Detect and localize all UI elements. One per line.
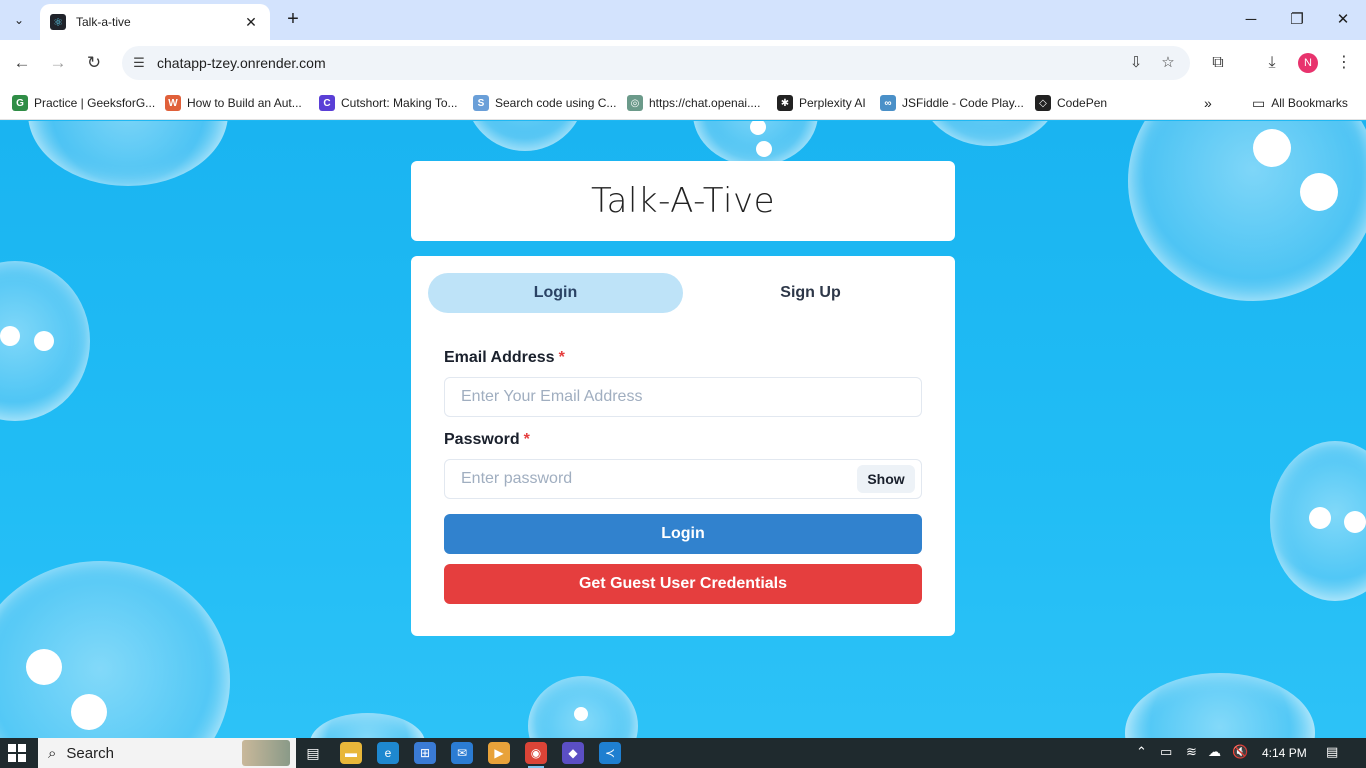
tab-sign-up[interactable]: Sign Up [683,273,938,313]
bubble-dot [574,707,588,721]
auth-card: Login Sign Up Email Address * Enter Your … [411,256,955,636]
bubble-dot [1309,507,1331,529]
address-bar[interactable]: ☰ chatapp-tzey.onrender.com ⇩ ☆ [122,46,1190,80]
openai-icon: ◎ [627,95,643,111]
minimize-icon[interactable]: ─ [1236,8,1266,32]
tab-search-icon[interactable]: ⌄ [6,8,32,32]
bubble-decoration [28,121,228,186]
bubble-dot [0,326,20,346]
bookmark-search-code[interactable]: S Search code using C... [473,94,616,112]
jsfiddle-icon: ∞ [880,95,896,111]
task-view-icon[interactable]: ▤ [302,742,324,764]
window-close-icon[interactable]: ✕ [1328,8,1358,32]
onedrive-icon[interactable]: ☁ [1208,744,1221,760]
bookmark-how-to-build[interactable]: W How to Build an Aut... [165,94,302,112]
profile-avatar[interactable]: N [1298,53,1318,73]
back-icon[interactable]: ← [10,51,34,75]
email-label: Email Address * [444,349,565,366]
file-explorer-icon[interactable]: ▬ [340,742,362,764]
bubble-decoration [310,713,425,738]
search-highlight-image [242,740,290,766]
cutshort-icon: C [319,95,335,111]
media-player-icon[interactable]: ▶ [488,742,510,764]
url-text[interactable]: chatapp-tzey.onrender.com [157,55,326,71]
login-button[interactable]: Login [444,514,922,554]
email-field[interactable]: Enter Your Email Address [444,377,922,417]
bubble-decoration [1128,121,1366,301]
bookmark-star-icon[interactable]: ☆ [1158,53,1178,73]
tab-login[interactable]: Login [428,273,683,313]
menu-icon[interactable]: ⋮ [1332,51,1356,75]
mail-icon[interactable]: ✉ [451,742,473,764]
tab-title: Talk-a-tive [76,15,131,29]
page-background: Talk-A-Tive Login Sign Up Email Address *… [0,121,1366,738]
password-placeholder: Enter password [461,470,573,487]
bookmarks-bar: G Practice | GeeksforG... W How to Build a… [0,86,1366,120]
bookmark-chat-openai[interactable]: ◎ https://chat.openai.... [627,94,760,112]
password-field[interactable]: Enter password Show [444,459,922,499]
bubble-decoration [0,561,230,738]
new-tab-button[interactable]: + [282,8,304,32]
bubble-dot [756,141,772,157]
battery-icon[interactable]: ▭ [1160,744,1172,760]
bookmark-site-icon: W [165,95,181,111]
bookmark-perplexity[interactable]: ✱ Perplexity AI [777,94,866,112]
install-app-icon[interactable]: ⇩ [1126,53,1146,73]
downloads-icon[interactable]: ⤓ [1260,51,1284,75]
required-marker: * [523,431,530,448]
password-label: Password * [444,431,530,448]
geeksforgeeks-icon: G [12,95,28,111]
bookmark-cutshort[interactable]: C Cutshort: Making To... [319,94,458,112]
guest-credentials-button[interactable]: Get Guest User Credentials [444,564,922,604]
notifications-icon[interactable]: ▤ [1326,744,1338,760]
wifi-icon[interactable]: ≋ [1186,744,1197,760]
tab-close-icon[interactable]: ✕ [242,14,260,31]
search-icon: ⌕ [48,744,57,762]
browser-tab-strip: ⌄ ⚛ Talk-a-tive ✕ + ─ ❐ ✕ [0,0,1366,40]
bookmark-jsfiddle[interactable]: ∞ JSFiddle - Code Play... [880,94,1024,112]
bubble-decoration [465,121,585,151]
required-marker: * [558,349,565,366]
bookmark-codepen[interactable]: ◇ CodePen [1035,94,1107,112]
forward-icon[interactable]: → [46,51,70,75]
bubble-dot [26,649,62,685]
all-bookmarks[interactable]: ▭ All Bookmarks [1252,94,1348,112]
bubble-dot [71,694,107,730]
browser-toolbar: ← → ↻ ☰ chatapp-tzey.onrender.com ⇩ ☆ ⧉ … [0,40,1366,86]
site-settings-icon[interactable]: ☰ [130,54,148,72]
email-placeholder: Enter Your Email Address [461,388,643,405]
restore-icon[interactable]: ❐ [1282,8,1312,32]
app-header-card: Talk-A-Tive [411,161,955,241]
edge-icon[interactable]: e [377,742,399,764]
bubble-decoration [920,121,1060,146]
more-bookmarks-icon[interactable]: » [1204,94,1212,112]
auth-tabs: Login Sign Up [428,273,938,313]
bubble-decoration [1125,673,1315,738]
taskbar-clock[interactable]: 4:14 PM [1262,746,1307,760]
app-icon[interactable]: ◆ [562,742,584,764]
taskbar: ⌕ Search ▤ ▬ e ⊞ ✉ ▶ ◉ ◆ ≺ ⌃ ▭ ≋ ☁ 🔇 4:1… [0,738,1366,768]
reload-icon[interactable]: ↻ [82,51,106,75]
bubble-dot [1344,511,1366,533]
store-icon[interactable]: ⊞ [414,742,436,764]
volume-muted-icon[interactable]: 🔇 [1232,744,1248,760]
extensions-icon[interactable]: ⧉ [1206,51,1230,75]
bookmark-geeksforgeeks[interactable]: G Practice | GeeksforG... [12,94,155,112]
bubble-dot [1300,173,1338,211]
windows-start-icon[interactable] [8,744,26,762]
show-password-button[interactable]: Show [857,465,915,493]
bubble-dot [34,331,54,351]
vscode-icon[interactable]: ≺ [599,742,621,764]
react-favicon-icon: ⚛ [50,14,66,30]
folder-icon: ▭ [1252,94,1266,111]
app-title: Talk-A-Tive [591,181,775,221]
perplexity-icon: ✱ [777,95,793,111]
codepen-icon: ◇ [1035,95,1051,111]
taskbar-search[interactable]: ⌕ Search [38,738,296,768]
browser-tab[interactable]: ⚛ Talk-a-tive ✕ [40,4,270,40]
tray-chevron-icon[interactable]: ⌃ [1136,744,1147,760]
code-search-icon: S [473,95,489,111]
chrome-icon[interactable]: ◉ [525,742,547,768]
bubble-dot [1253,129,1291,167]
